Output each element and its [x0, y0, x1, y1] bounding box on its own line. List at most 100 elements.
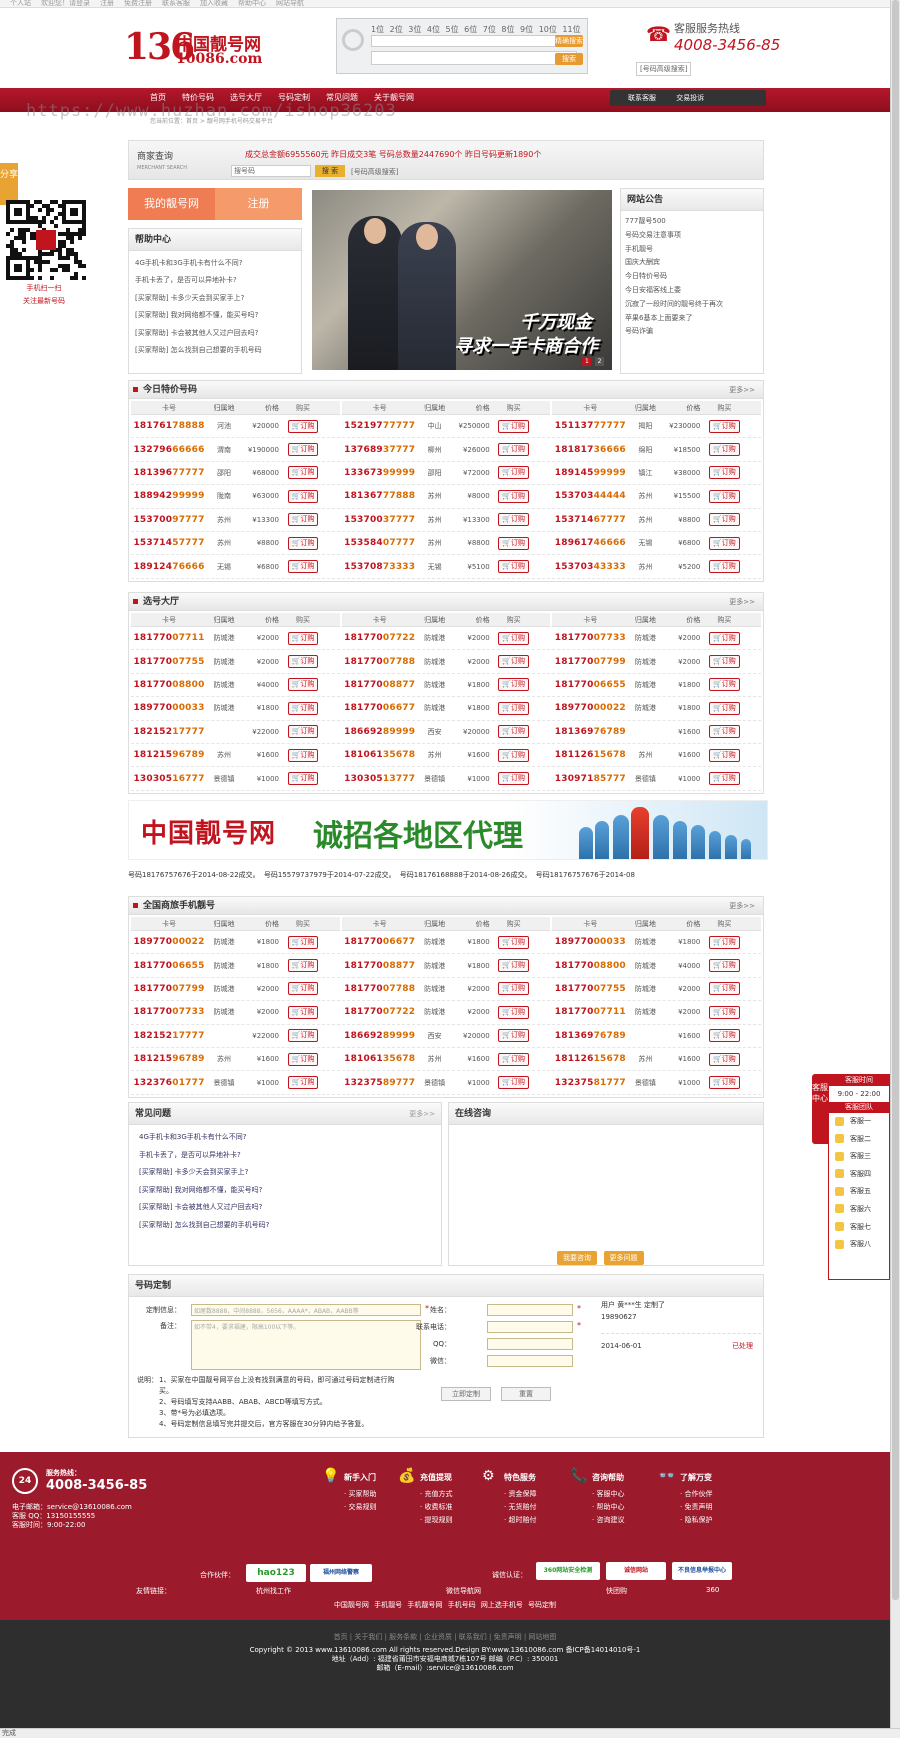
number-row[interactable]: 15370037777 苏州 ¥13300 🛒订购	[341, 509, 551, 532]
order-button[interactable]: 🛒订购	[708, 725, 740, 739]
phone-number[interactable]: 18177006655	[552, 680, 628, 690]
footer-link[interactable]: · 资金保障	[504, 1488, 536, 1501]
partner-police[interactable]: 福州网络警察	[310, 1564, 372, 1582]
order-button[interactable]: 🛒订购	[708, 466, 740, 480]
footer-link[interactable]: · 帮助中心	[592, 1501, 624, 1514]
order-button[interactable]: 🛒订购	[287, 1052, 319, 1066]
bottom-links[interactable]: 首页 | 关于我们 | 服务条款 | 企业资质 | 联系我们 | 免责声明 | …	[0, 1632, 890, 1642]
footer-link[interactable]: · 合作伙伴	[680, 1488, 712, 1501]
number-row[interactable]: 18106135678 苏州 ¥1600 🛒订购	[341, 1048, 551, 1072]
phone-number[interactable]: 18136976789	[552, 727, 628, 737]
phone-number[interactable]: 15370037777	[342, 515, 418, 525]
faq-link[interactable]: [买家帮助] 卡会被其他人又过户回去吗?	[139, 1199, 431, 1217]
search-button[interactable]: 搜索	[555, 53, 583, 65]
number-row[interactable]: 13237581777 景德镇 ¥1000 🛒订购	[552, 1071, 762, 1095]
number-row[interactable]: 18177007755 防城港 ¥2000 🛒订购	[552, 978, 762, 1002]
phone-number[interactable]: 15370097777	[131, 515, 207, 525]
number-row[interactable]: 18977000033 防城港 ¥1800 🛒订购	[552, 931, 762, 955]
phone-number[interactable]: 18106135678	[342, 750, 418, 760]
faq-link[interactable]: [买家帮助] 怎么找到自己想要的手机号码?	[139, 1217, 431, 1235]
wechat-input[interactable]	[487, 1355, 573, 1367]
service-agent[interactable]: 客服七	[829, 1219, 889, 1237]
number-row[interactable]: 18912476666 无锡 ¥6800 🛒订购	[131, 555, 340, 579]
service-agent[interactable]: 客服六	[829, 1201, 889, 1219]
search-input[interactable]	[371, 51, 577, 65]
order-button[interactable]: 🛒订购	[498, 982, 530, 996]
phone-number[interactable]: 18181736666	[552, 445, 628, 455]
number-row[interactable]: 15370873333 无锡 ¥5100 🛒订购	[341, 555, 551, 579]
friend-link-3[interactable]: 快团购	[606, 1586, 627, 1596]
phone-number[interactable]: 18177007788	[342, 984, 418, 994]
phone-number[interactable]: 13367399999	[342, 468, 418, 478]
agent-recruit-banner[interactable]: 中国靓号网 诚招各地区代理	[128, 800, 768, 860]
number-row[interactable]: 18215217777 ¥22000 🛒订购	[131, 1025, 340, 1048]
phone-number[interactable]: 18136777888	[342, 491, 418, 501]
phone-number[interactable]: 13030513777	[342, 774, 418, 784]
submit-custom-button[interactable]: 立即定制	[441, 1387, 491, 1401]
order-button[interactable]: 🛒订购	[287, 935, 319, 949]
phone-number[interactable]: 15219777777	[342, 421, 418, 431]
order-button[interactable]: 🛒订购	[498, 513, 530, 527]
order-button[interactable]: 🛒订购	[287, 982, 319, 996]
merchant-search-input[interactable]: 搜号码	[231, 165, 311, 177]
phone-number[interactable]: 18215217777	[131, 1031, 207, 1041]
notice-link[interactable]: 号码诈骗	[625, 325, 759, 339]
notice-link[interactable]: 号码交易注意事项	[625, 229, 759, 243]
partner-hao123[interactable]: hao123	[246, 1564, 306, 1582]
notice-link[interactable]: 沉寂了一段时间的靓号终于再次	[625, 298, 759, 312]
topbar-link[interactable]: 网站导航	[276, 0, 304, 7]
number-row[interactable]: 13237589777 景德镇 ¥1000 🛒订购	[341, 1071, 551, 1095]
phone-number[interactable]: 18177006677	[342, 703, 418, 713]
order-button[interactable]: 🛒订购	[708, 982, 740, 996]
footer-link[interactable]: · 免责声明	[680, 1501, 712, 1514]
phone-number[interactable]: 18176178888	[131, 421, 207, 431]
advanced-search-link[interactable]: [号码高级搜索]	[636, 62, 692, 76]
number-row[interactable]: 18112615678 苏州 ¥1600 🛒订购	[552, 744, 762, 768]
order-button[interactable]: 🛒订购	[708, 443, 740, 457]
order-button[interactable]: 🛒订购	[287, 959, 319, 973]
vertical-scrollbar[interactable]	[890, 0, 900, 1728]
number-row[interactable]: 18112615678 苏州 ¥1600 🛒订购	[552, 1048, 762, 1072]
order-button[interactable]: 🛒订购	[498, 631, 530, 645]
phone-number[interactable]: 15358407777	[342, 538, 418, 548]
number-row[interactable]: 18177007799 防城港 ¥2000 🛒订购	[131, 978, 340, 1002]
phone-number[interactable]: 18961746666	[552, 538, 628, 548]
number-row[interactable]: 18894299999 陇南 ¥63000 🛒订购	[131, 485, 340, 509]
order-button[interactable]: 🛒订购	[287, 536, 319, 550]
order-button[interactable]: 🛒订购	[287, 466, 319, 480]
number-row[interactable]: 15371457777 苏州 ¥8800 🛒订购	[131, 532, 340, 556]
faq-link[interactable]: 手机卡丢了，是否可以异地补卡?	[139, 1147, 431, 1165]
topbar-link[interactable]: 加入收藏	[200, 0, 228, 7]
service-agent[interactable]: 客服二	[829, 1131, 889, 1149]
footer-link[interactable]: · 充值方式	[420, 1488, 452, 1501]
order-button[interactable]: 🛒订购	[287, 443, 319, 457]
order-button[interactable]: 🛒订购	[708, 678, 740, 692]
order-button[interactable]: 🛒订购	[287, 725, 319, 739]
phone-number[interactable]: 13237581777	[552, 1078, 628, 1088]
phone-input[interactable]	[487, 1321, 573, 1333]
site-logo[interactable]: 136 中国靓号网 10086.com	[124, 26, 262, 68]
phone-number[interactable]: 18977000033	[131, 703, 207, 713]
phone-number[interactable]: 18977000022	[552, 703, 628, 713]
notice-link[interactable]: 今日特价号码	[625, 270, 759, 284]
order-button[interactable]: 🛒订购	[498, 655, 530, 669]
phone-number[interactable]: 15370873333	[342, 562, 418, 572]
number-row[interactable]: 18177006655 防城港 ¥1800 🛒订购	[131, 954, 340, 978]
more-questions-button[interactable]: 更多问题	[603, 1251, 644, 1265]
more-link[interactable]: 更多>>	[729, 381, 755, 399]
topbar-link[interactable]: 个人站	[10, 0, 31, 7]
footer-keyword-links[interactable]: 中国靓号网 手机靓号 手机靓号网 手机号码 网上选手机号 号码定制	[0, 1600, 890, 1610]
number-row[interactable]: 18177007788 防城港 ¥2000 🛒订购	[341, 978, 551, 1002]
merchant-advanced-link[interactable]: [号码高级搜索]	[351, 167, 398, 177]
phone-number[interactable]: 18177007755	[131, 657, 207, 667]
faq-more-link[interactable]: 更多>>	[409, 1103, 441, 1125]
phone-number[interactable]: 18112615678	[552, 750, 628, 760]
order-button[interactable]: 🛒订购	[287, 701, 319, 715]
friend-link-4[interactable]: 360	[706, 1586, 719, 1594]
number-row[interactable]: 13367399999 邵阳 ¥72000 🛒订购	[341, 462, 551, 486]
footer-link[interactable]: · 无货赔付	[504, 1501, 536, 1514]
order-button[interactable]: 🛒订购	[708, 701, 740, 715]
number-row[interactable]: 18177006655 防城港 ¥1800 🛒订购	[552, 674, 762, 698]
order-button[interactable]: 🛒订购	[287, 1076, 319, 1090]
order-button[interactable]: 🛒订购	[287, 1005, 319, 1019]
